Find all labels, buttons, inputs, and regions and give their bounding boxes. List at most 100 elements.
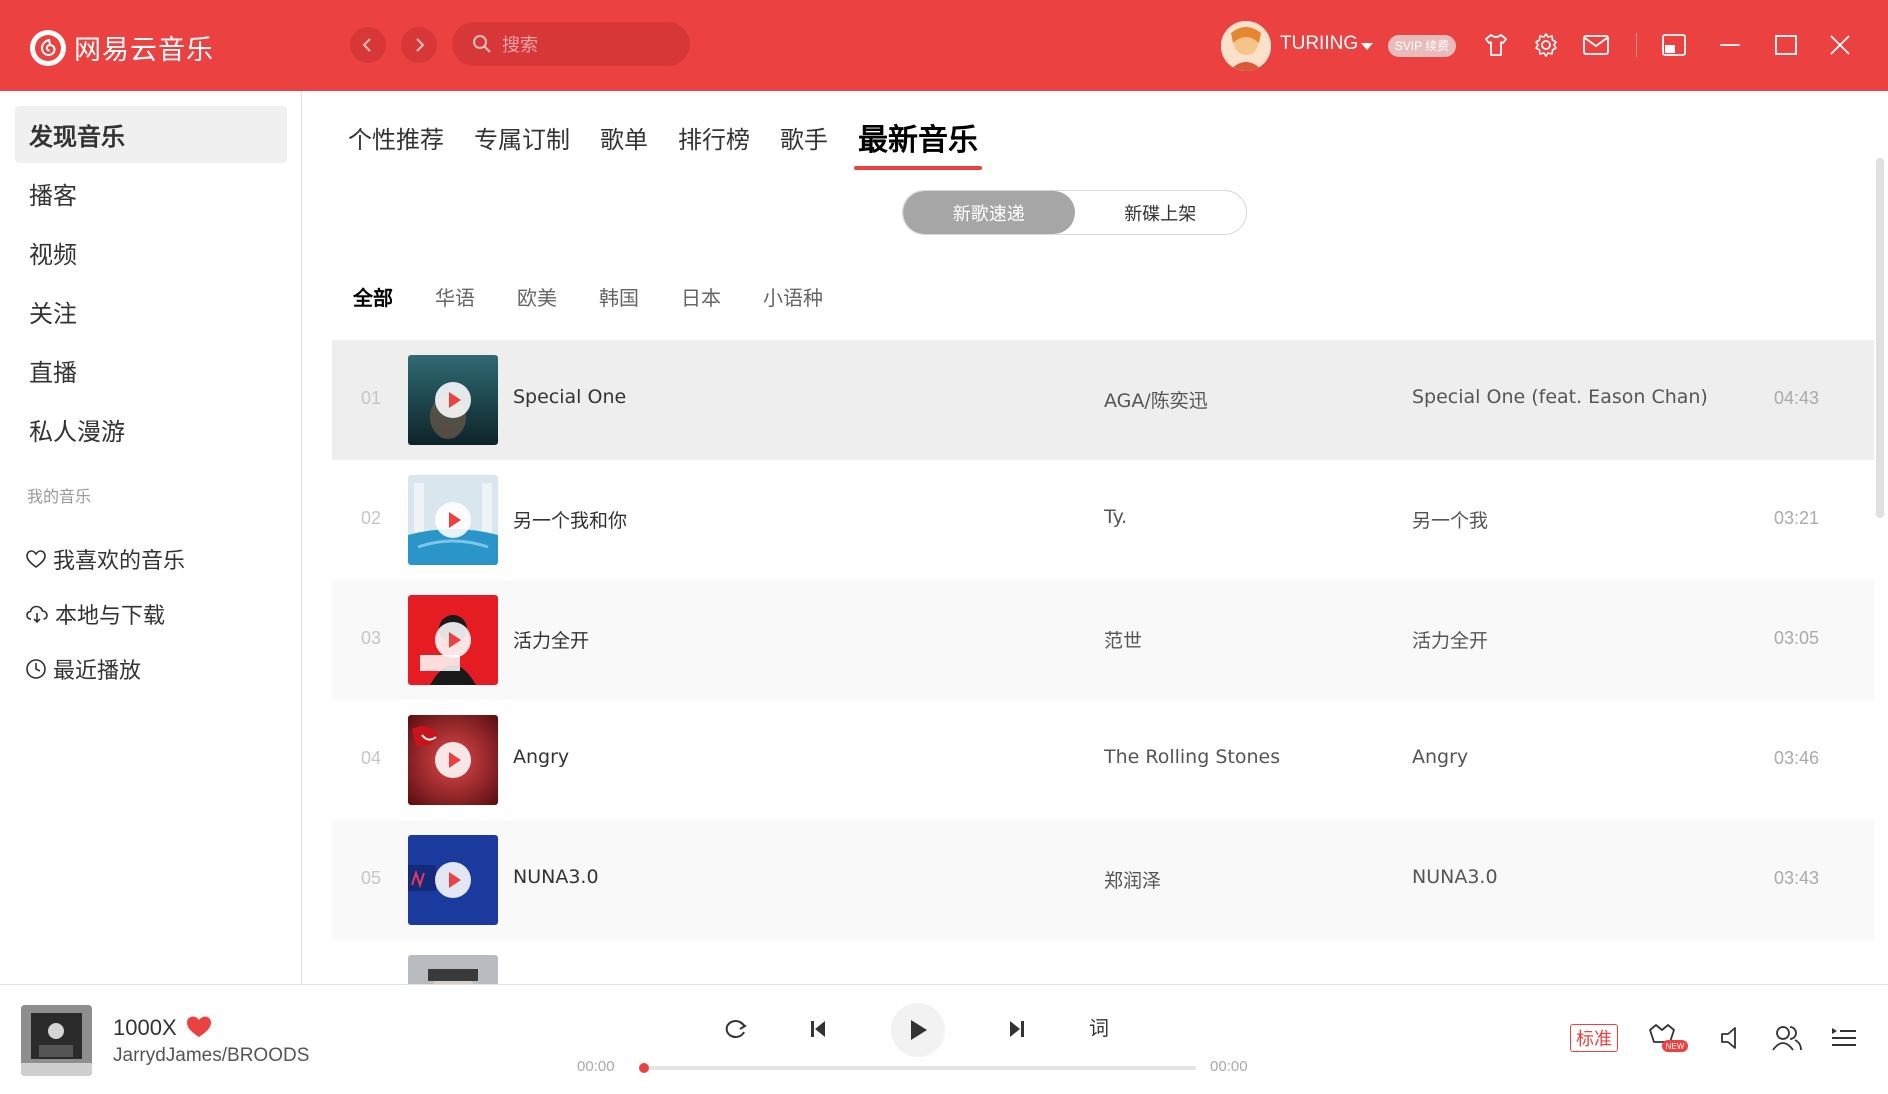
song-index: 03: [361, 628, 382, 648]
svg-text:NEW: NEW: [1666, 1042, 1685, 1051]
song-album[interactable]: 另一个我: [1412, 506, 1488, 533]
song-title: 活力全开: [513, 630, 590, 652]
sidebar-item-discover[interactable]: 发现音乐: [15, 106, 287, 163]
play-icon[interactable]: [435, 862, 471, 898]
next-track-icon[interactable]: [1002, 1014, 1032, 1044]
sidebar-item-recent[interactable]: 最近播放: [25, 653, 141, 685]
sound-effect-new-icon[interactable]: NEW: [1646, 1022, 1690, 1054]
skin-icon[interactable]: [1481, 30, 1511, 60]
tab-artists[interactable]: 歌手: [780, 120, 828, 167]
segment-new-albums[interactable]: 新碟上架: [1075, 191, 1247, 234]
minimize-icon[interactable]: [1715, 30, 1745, 60]
song-album[interactable]: 活力全开: [1412, 626, 1488, 653]
song-row[interactable]: 05 NUNA3.0 郑润泽 NUNA3.0 03:43: [332, 820, 1874, 940]
filter-other-languages[interactable]: 小语种: [763, 282, 823, 311]
filter-all[interactable]: 全部: [353, 282, 393, 311]
song-artist[interactable]: The Rolling Stones: [1104, 746, 1280, 768]
filter-western[interactable]: 欧美: [517, 282, 557, 311]
song-title: 另一个我和你: [513, 510, 628, 532]
song-artist[interactable]: 郑润泽: [1104, 866, 1161, 893]
album-cover[interactable]: [408, 955, 498, 984]
song-duration: 03:46: [1774, 748, 1820, 768]
sidebar-item-label: 我喜欢的音乐: [53, 549, 186, 574]
chevron-right-icon: [416, 38, 425, 52]
sidebar-item-follow[interactable]: 关注: [15, 283, 287, 340]
volume-icon[interactable]: [1716, 1022, 1748, 1054]
album-cover[interactable]: [408, 475, 498, 565]
app-logo[interactable]: 网易云音乐: [30, 28, 214, 67]
filter-chinese[interactable]: 华语: [435, 282, 475, 311]
song-artist[interactable]: Ty.: [1104, 506, 1127, 528]
tab-personal-recommend[interactable]: 个性推荐: [348, 120, 444, 167]
avatar[interactable]: [1221, 21, 1271, 71]
username[interactable]: TURIING: [1280, 33, 1358, 55]
tab-new-music[interactable]: 最新音乐: [854, 115, 982, 170]
current-time: 00:00: [577, 1058, 615, 1075]
settings-gear-icon[interactable]: [1531, 30, 1561, 60]
play-icon[interactable]: [435, 742, 471, 778]
lyrics-button[interactable]: 词: [1089, 1012, 1109, 1041]
scrollbar[interactable]: [1876, 158, 1884, 518]
liked-heart-icon[interactable]: [186, 1015, 212, 1043]
play-icon[interactable]: [435, 502, 471, 538]
song-index: 01: [361, 388, 382, 408]
song-artist[interactable]: 范世: [1104, 626, 1142, 653]
sidebar-item-podcast[interactable]: 播客: [15, 165, 287, 222]
song-album[interactable]: NUNA3.0: [1412, 866, 1498, 888]
sidebar-item-roaming[interactable]: 私人漫游: [15, 401, 287, 458]
song-album[interactable]: Special One (feat. Eason Chan): [1412, 386, 1708, 408]
tab-custom[interactable]: 专属订制: [474, 120, 570, 167]
sidebar-item-label: 关注: [29, 300, 77, 328]
song-title: Special One: [513, 386, 627, 408]
sidebar-item-label: 最近播放: [53, 659, 142, 684]
mini-mode-icon[interactable]: [1659, 30, 1689, 60]
listen-together-icon[interactable]: [1770, 1022, 1804, 1054]
play-icon[interactable]: [435, 622, 471, 658]
progress-handle[interactable]: [639, 1063, 649, 1073]
album-cover[interactable]: [408, 355, 498, 445]
song-index: 05: [361, 868, 382, 888]
maximize-icon[interactable]: [1771, 30, 1801, 60]
clock-icon: [26, 659, 46, 679]
playlist-queue-icon[interactable]: [1828, 1022, 1860, 1054]
sidebar-item-label: 发现音乐: [29, 123, 125, 151]
song-row[interactable]: 01 Special One AGA/陈奕迅 Special One (feat…: [332, 340, 1874, 460]
now-playing-artist[interactable]: JarrydJames/BROODS: [113, 1045, 309, 1067]
song-row[interactable]: [332, 940, 1874, 984]
previous-track-icon[interactable]: [803, 1014, 833, 1044]
now-playing-cover[interactable]: [21, 1005, 92, 1076]
tab-playlist[interactable]: 歌单: [600, 120, 648, 167]
song-artist[interactable]: AGA/陈奕迅: [1104, 386, 1208, 413]
play-pause-button[interactable]: [891, 1003, 945, 1057]
segment-new-songs[interactable]: 新歌速递: [903, 191, 1075, 234]
sidebar-item-local-download[interactable]: 本地与下载: [25, 598, 165, 630]
now-playing-title[interactable]: 1000X: [113, 1015, 177, 1041]
song-row[interactable]: 04 Angry The Rolling Stones Angry 03:46: [332, 700, 1874, 820]
play-icon[interactable]: [435, 382, 471, 418]
quality-button[interactable]: 标准: [1570, 1024, 1618, 1052]
search-input[interactable]: 搜索: [452, 22, 690, 66]
song-row[interactable]: 03 活力全开 范世 活力全开 03:05: [332, 580, 1874, 700]
close-icon[interactable]: [1825, 30, 1855, 60]
caret-down-icon[interactable]: [1361, 43, 1373, 50]
sidebar-item-video[interactable]: 视频: [15, 224, 287, 281]
filter-korean[interactable]: 韩国: [599, 282, 639, 311]
back-button[interactable]: [350, 27, 386, 63]
vip-badge[interactable]: SVIP 续费: [1388, 35, 1456, 57]
album-cover[interactable]: [408, 595, 498, 685]
song-index: 02: [361, 508, 382, 528]
song-album[interactable]: Angry: [1412, 746, 1468, 768]
sidebar-item-liked-music[interactable]: 我喜欢的音乐: [25, 543, 185, 575]
mail-icon[interactable]: [1581, 30, 1611, 60]
sidebar-item-live[interactable]: 直播: [15, 342, 287, 399]
album-cover[interactable]: [408, 835, 498, 925]
repeat-mode-icon[interactable]: [721, 1014, 751, 1044]
filter-japanese[interactable]: 日本: [681, 282, 721, 311]
tab-charts[interactable]: 排行榜: [678, 120, 750, 167]
song-duration: 03:43: [1774, 868, 1820, 888]
song-list: 01 Special One AGA/陈奕迅 Special One (feat…: [332, 340, 1874, 984]
forward-button[interactable]: [401, 27, 437, 63]
song-row[interactable]: 02 另一个我和你 Ty. 另一个我 03:21: [332, 460, 1874, 580]
album-cover[interactable]: [408, 715, 498, 805]
progress-bar[interactable]: [639, 1063, 1196, 1073]
